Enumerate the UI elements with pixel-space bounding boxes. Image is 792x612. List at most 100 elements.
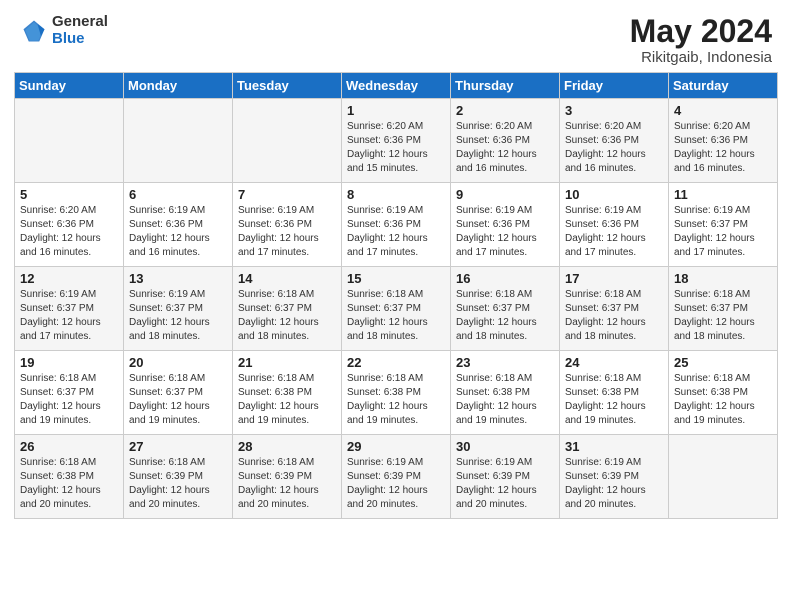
day-cell: 9 Sunrise: 6:19 AM Sunset: 6:36 PM Daylig… xyxy=(451,183,560,267)
day-cell: 19Sunrise: 6:18 AM Sunset: 6:37 PM Dayli… xyxy=(15,351,124,435)
title-block: May 2024 Rikitgaib, Indonesia xyxy=(630,14,772,66)
col-header-sunday: Sunday xyxy=(15,73,124,99)
day-info: Sunrise: 6:19 AM Sunset: 6:39 PM Dayligh… xyxy=(347,456,445,512)
col-header-thursday: Thursday xyxy=(451,73,560,99)
day-info: Sunrise: 6:18 AM Sunset: 6:37 PM Dayligh… xyxy=(565,288,663,344)
day-cell: 13Sunrise: 6:19 AM Sunset: 6:37 PM Dayli… xyxy=(124,267,233,351)
day-info: Sunrise: 6:19 AM Sunset: 6:36 PM Dayligh… xyxy=(565,204,663,260)
day-number: 24 xyxy=(565,355,663,370)
week-row-1: 5Sunrise: 6:20 AM Sunset: 6:36 PM Daylig… xyxy=(15,183,778,267)
day-info: Sunrise: 6:18 AM Sunset: 6:38 PM Dayligh… xyxy=(20,456,118,512)
day-cell: 4 Sunrise: 6:20 AM Sunset: 6:36 PM Daylig… xyxy=(669,99,778,183)
day-number: 29 xyxy=(347,439,445,454)
day-info: Sunrise: 6:18 AM Sunset: 6:37 PM Dayligh… xyxy=(456,288,554,344)
day-info: Sunrise: 6:18 AM Sunset: 6:39 PM Dayligh… xyxy=(129,456,227,512)
logo-blue: Blue xyxy=(52,31,108,48)
day-number: 31 xyxy=(565,439,663,454)
day-number: 21 xyxy=(238,355,336,370)
day-number: 14 xyxy=(238,271,336,286)
col-header-saturday: Saturday xyxy=(669,73,778,99)
logo-text: General Blue xyxy=(52,14,108,47)
day-cell: 2 Sunrise: 6:20 AM Sunset: 6:36 PM Daylig… xyxy=(451,99,560,183)
day-number: 22 xyxy=(347,355,445,370)
day-cell: 17 Sunrise: 6:18 AM Sunset: 6:37 PM Dayli… xyxy=(560,267,669,351)
day-cell: 25 Sunrise: 6:18 AM Sunset: 6:38 PM Dayli… xyxy=(669,351,778,435)
day-number: 23 xyxy=(456,355,554,370)
calendar-body: 1 Sunrise: 6:20 AM Sunset: 6:36 PM Daylig… xyxy=(15,99,778,519)
day-number: 26 xyxy=(20,439,118,454)
day-cell xyxy=(669,435,778,519)
day-number: 4 xyxy=(674,103,772,118)
week-row-2: 12 Sunrise: 6:19 AM Sunset: 6:37 PM Dayli… xyxy=(15,267,778,351)
page: General Blue May 2024 Rikitgaib, Indones… xyxy=(0,0,792,612)
day-info: Sunrise: 6:20 AM Sunset: 6:36 PM Dayligh… xyxy=(20,204,118,260)
day-cell: 24Sunrise: 6:18 AM Sunset: 6:38 PM Dayli… xyxy=(560,351,669,435)
day-cell: 15 Sunrise: 6:18 AM Sunset: 6:37 PM Dayli… xyxy=(342,267,451,351)
day-info: Sunrise: 6:20 AM Sunset: 6:36 PM Dayligh… xyxy=(565,120,663,176)
day-cell: 10 Sunrise: 6:19 AM Sunset: 6:36 PM Dayli… xyxy=(560,183,669,267)
day-cell: 28 Sunrise: 6:18 AM Sunset: 6:39 PM Dayli… xyxy=(233,435,342,519)
day-number: 15 xyxy=(347,271,445,286)
day-number: 12 xyxy=(20,271,118,286)
day-info: Sunrise: 6:19 AM Sunset: 6:36 PM Dayligh… xyxy=(347,204,445,260)
day-info: Sunrise: 6:18 AM Sunset: 6:38 PM Dayligh… xyxy=(456,372,554,428)
day-number: 6 xyxy=(129,187,227,202)
day-number: 16 xyxy=(456,271,554,286)
day-number: 11 xyxy=(674,187,772,202)
day-cell: 18Sunrise: 6:18 AM Sunset: 6:37 PM Dayli… xyxy=(669,267,778,351)
day-cell: 12Sunrise: 6:19 AM Sunset: 6:37 PM Dayli… xyxy=(15,267,124,351)
day-number: 20 xyxy=(129,355,227,370)
calendar-header: SundayMondayTuesdayWednesdayThursdayFrid… xyxy=(15,73,778,99)
logo-general: General xyxy=(52,14,108,31)
day-info: Sunrise: 6:20 AM Sunset: 6:36 PM Dayligh… xyxy=(456,120,554,176)
title-month: May 2024 xyxy=(630,14,772,49)
day-cell: 30 Sunrise: 6:19 AM Sunset: 6:39 PM Dayli… xyxy=(451,435,560,519)
day-info: Sunrise: 6:19 AM Sunset: 6:37 PM Dayligh… xyxy=(129,288,227,344)
header: General Blue May 2024 Rikitgaib, Indones… xyxy=(0,0,792,72)
col-header-wednesday: Wednesday xyxy=(342,73,451,99)
day-cell: 1Sunrise: 6:20 AM Sunset: 6:36 PM Daylig… xyxy=(342,99,451,183)
week-row-0: 1 Sunrise: 6:20 AM Sunset: 6:36 PM Daylig… xyxy=(15,99,778,183)
day-cell: 3 Sunrise: 6:20 AM Sunset: 6:36 PM Daylig… xyxy=(560,99,669,183)
day-info: Sunrise: 6:18 AM Sunset: 6:38 PM Dayligh… xyxy=(238,372,336,428)
day-number: 18 xyxy=(674,271,772,286)
day-cell: 8Sunrise: 6:19 AM Sunset: 6:36 PM Daylig… xyxy=(342,183,451,267)
day-number: 9 xyxy=(456,187,554,202)
day-info: Sunrise: 6:18 AM Sunset: 6:38 PM Dayligh… xyxy=(674,372,772,428)
col-header-friday: Friday xyxy=(560,73,669,99)
day-info: Sunrise: 6:18 AM Sunset: 6:39 PM Dayligh… xyxy=(238,456,336,512)
day-info: Sunrise: 6:20 AM Sunset: 6:36 PM Dayligh… xyxy=(674,120,772,176)
logo: General Blue xyxy=(20,14,108,47)
day-cell: 29 Sunrise: 6:19 AM Sunset: 6:39 PM Dayli… xyxy=(342,435,451,519)
day-info: Sunrise: 6:19 AM Sunset: 6:39 PM Dayligh… xyxy=(456,456,554,512)
day-info: Sunrise: 6:18 AM Sunset: 6:38 PM Dayligh… xyxy=(347,372,445,428)
day-info: Sunrise: 6:18 AM Sunset: 6:37 PM Dayligh… xyxy=(129,372,227,428)
day-number: 10 xyxy=(565,187,663,202)
day-cell xyxy=(233,99,342,183)
day-number: 2 xyxy=(456,103,554,118)
day-number: 27 xyxy=(129,439,227,454)
day-cell: 22 Sunrise: 6:18 AM Sunset: 6:38 PM Dayli… xyxy=(342,351,451,435)
week-row-3: 19Sunrise: 6:18 AM Sunset: 6:37 PM Dayli… xyxy=(15,351,778,435)
day-number: 25 xyxy=(674,355,772,370)
day-cell: 27 Sunrise: 6:18 AM Sunset: 6:39 PM Dayli… xyxy=(124,435,233,519)
col-header-tuesday: Tuesday xyxy=(233,73,342,99)
day-cell: 11 Sunrise: 6:19 AM Sunset: 6:37 PM Dayli… xyxy=(669,183,778,267)
day-info: Sunrise: 6:19 AM Sunset: 6:36 PM Dayligh… xyxy=(238,204,336,260)
week-row-4: 26 Sunrise: 6:18 AM Sunset: 6:38 PM Dayli… xyxy=(15,435,778,519)
day-number: 17 xyxy=(565,271,663,286)
day-number: 1 xyxy=(347,103,445,118)
day-info: Sunrise: 6:18 AM Sunset: 6:37 PM Dayligh… xyxy=(20,372,118,428)
day-cell: 5Sunrise: 6:20 AM Sunset: 6:36 PM Daylig… xyxy=(15,183,124,267)
day-number: 3 xyxy=(565,103,663,118)
day-info: Sunrise: 6:19 AM Sunset: 6:36 PM Dayligh… xyxy=(456,204,554,260)
day-cell: 14Sunrise: 6:18 AM Sunset: 6:37 PM Dayli… xyxy=(233,267,342,351)
day-number: 28 xyxy=(238,439,336,454)
day-cell: 21 Sunrise: 6:18 AM Sunset: 6:38 PM Dayli… xyxy=(233,351,342,435)
day-info: Sunrise: 6:19 AM Sunset: 6:39 PM Dayligh… xyxy=(565,456,663,512)
day-cell xyxy=(124,99,233,183)
day-info: Sunrise: 6:19 AM Sunset: 6:37 PM Dayligh… xyxy=(674,204,772,260)
day-number: 30 xyxy=(456,439,554,454)
day-info: Sunrise: 6:18 AM Sunset: 6:37 PM Dayligh… xyxy=(347,288,445,344)
day-info: Sunrise: 6:19 AM Sunset: 6:36 PM Dayligh… xyxy=(129,204,227,260)
